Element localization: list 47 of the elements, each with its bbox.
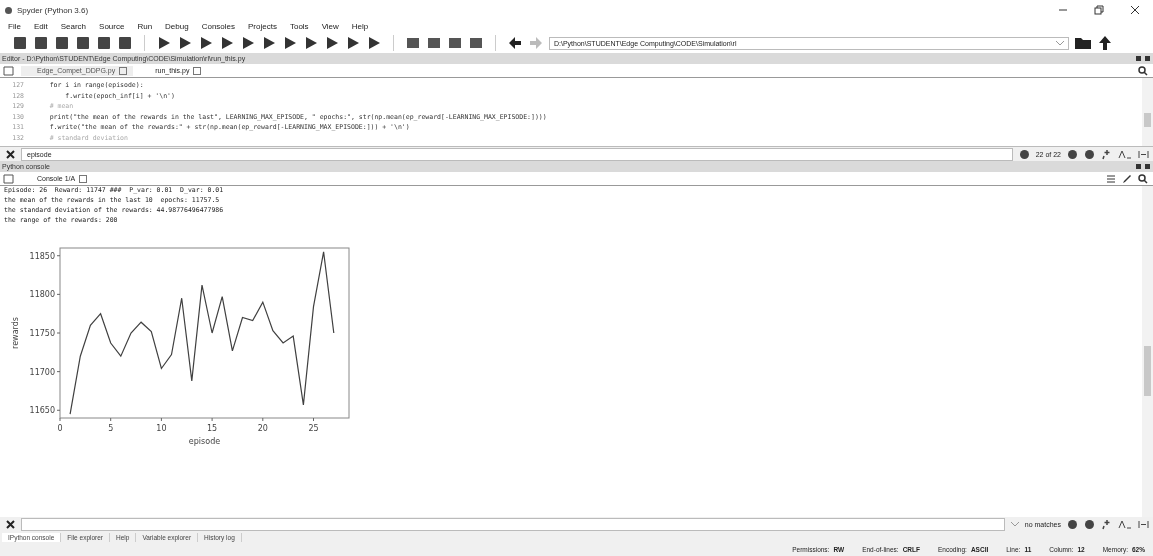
whole-word-icon[interactable] bbox=[1138, 149, 1149, 159]
scrollbar[interactable] bbox=[1142, 186, 1153, 517]
menu-item[interactable]: View bbox=[321, 22, 339, 31]
close-icon[interactable] bbox=[6, 519, 15, 529]
menu-item[interactable]: Help bbox=[351, 22, 369, 31]
x-tick-label: 5 bbox=[108, 424, 114, 433]
dropdown-icon[interactable] bbox=[1056, 40, 1064, 46]
y-tick-label: 11850 bbox=[29, 251, 55, 261]
x-tick-label: 20 bbox=[257, 424, 268, 433]
search-field[interactable] bbox=[21, 517, 1005, 531]
x-tick-label: 10 bbox=[156, 424, 167, 433]
x-tick-label: 25 bbox=[308, 424, 319, 433]
x-tick-label: 15 bbox=[207, 424, 218, 433]
menu-item[interactable]: File bbox=[8, 22, 21, 31]
close-icon[interactable] bbox=[1130, 5, 1140, 15]
restore-icon[interactable] bbox=[1094, 5, 1104, 15]
menu-icon[interactable] bbox=[1106, 173, 1116, 184]
up-arrow-icon[interactable] bbox=[1097, 35, 1113, 51]
menu-item[interactable]: Projects bbox=[248, 22, 277, 31]
menu-item[interactable]: Tools bbox=[289, 22, 309, 31]
close-icon[interactable] bbox=[6, 149, 15, 159]
y-tick-label: 11750 bbox=[29, 329, 55, 338]
regex-icon[interactable] bbox=[1101, 148, 1112, 160]
pencil-icon[interactable] bbox=[1122, 173, 1132, 184]
y-tick-label: 11700 bbox=[29, 367, 55, 377]
search-icon[interactable] bbox=[1138, 65, 1148, 76]
y-tick-label: 11800 bbox=[29, 290, 55, 300]
window-title: Spyder (Python 3.6) bbox=[17, 5, 89, 15]
x-tick-label: 0 bbox=[57, 424, 63, 433]
folder-icon[interactable] bbox=[1074, 35, 1092, 51]
case-icon[interactable] bbox=[1118, 149, 1132, 159]
x-axis-label: episode bbox=[188, 437, 221, 446]
regex-icon[interactable] bbox=[1101, 518, 1112, 530]
menu-item[interactable]: Debug bbox=[165, 22, 189, 31]
search-icon[interactable] bbox=[1138, 173, 1148, 184]
whole-word-icon[interactable] bbox=[1138, 519, 1149, 529]
case-icon[interactable] bbox=[1118, 519, 1132, 529]
run-icon[interactable] bbox=[156, 35, 172, 51]
menu-item[interactable]: Edit bbox=[33, 22, 48, 31]
menu-item[interactable]: Search bbox=[60, 22, 87, 31]
scrollbar[interactable] bbox=[1142, 78, 1153, 146]
menu-item[interactable]: Run bbox=[137, 22, 153, 31]
y-tick-label: 11650 bbox=[29, 406, 55, 416]
menu-item[interactable]: Consoles bbox=[201, 22, 236, 31]
menu-item[interactable]: Source bbox=[99, 22, 125, 31]
y-axis-label: rewards bbox=[11, 317, 20, 349]
back-arrow-icon[interactable] bbox=[507, 35, 523, 51]
